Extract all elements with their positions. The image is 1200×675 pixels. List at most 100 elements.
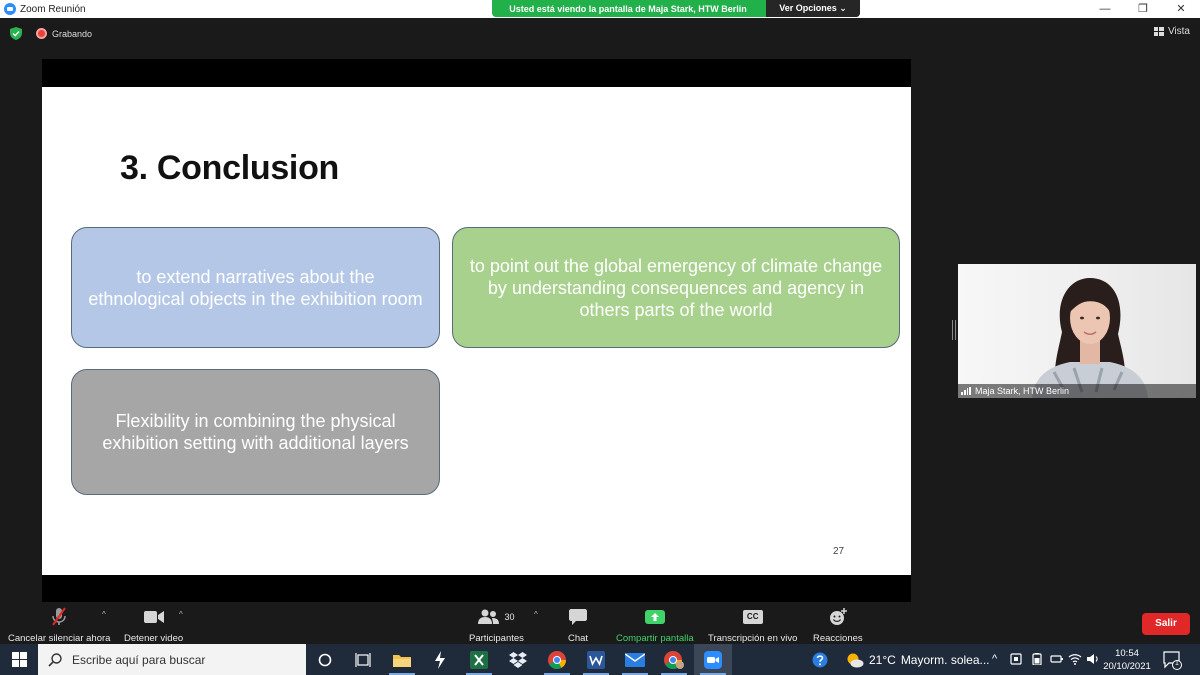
taskbar-search-box[interactable]: Escribe aquí para buscar [38, 644, 306, 675]
start-button[interactable] [0, 644, 38, 675]
slide-title: 3. Conclusion [120, 149, 340, 187]
clock-time: 10:54 [1115, 648, 1139, 659]
audio-options-caret[interactable]: ^ [102, 610, 106, 619]
notification-center-button[interactable]: 1 [1162, 650, 1182, 670]
taskbar-clock[interactable]: 10:54 20/10/2021 [1102, 647, 1152, 673]
slide-box-climate: to point out the global emergency of cli… [452, 227, 900, 348]
close-button[interactable]: ✕ [1162, 0, 1200, 18]
notification-count: 1 [1175, 660, 1179, 667]
view-options-button[interactable]: Ver Opciones ⌄ [766, 0, 860, 17]
show-hidden-icons-caret[interactable]: ^ [992, 653, 997, 665]
clock-date: 20/10/2021 [1103, 661, 1151, 672]
folder-icon [393, 654, 411, 667]
windows-taskbar: Escribe aquí para buscar 21°C Mayorm. so… [0, 644, 1200, 675]
task-view-icon [355, 652, 371, 667]
taskbar-chrome[interactable] [538, 644, 576, 675]
meeting-toolbar: Cancelar silenciar ahora ^ Detener video… [0, 603, 1200, 644]
participant-video [1032, 278, 1148, 398]
share-screen-label: Compartir pantalla [616, 633, 694, 644]
leave-meeting-button[interactable]: Salir [1142, 613, 1190, 635]
participant-name-bar: Maja Stark, HTW Berlin [958, 384, 1196, 398]
shield-icon[interactable] [10, 27, 22, 40]
dropbox-icon [509, 651, 527, 668]
battery-icon[interactable] [1030, 653, 1044, 665]
window-title: Zoom Reunión [20, 3, 86, 15]
cortana-icon [318, 653, 332, 666]
participant-name: Maja Stark, HTW Berlin [975, 386, 1070, 396]
reactions-emoji-icon [829, 608, 847, 625]
lightning-icon [435, 650, 445, 669]
usb-icon[interactable] [1050, 653, 1064, 665]
zoom-icon [704, 650, 722, 669]
partly-sunny-icon [847, 653, 864, 667]
task-view-button[interactable] [306, 644, 344, 675]
reactions-button[interactable]: Reacciones [813, 607, 863, 644]
taskbar-file-explorer[interactable] [383, 644, 421, 675]
stop-video-label: Detener video [124, 633, 184, 644]
chat-icon [569, 608, 588, 625]
chrome-icon [548, 650, 566, 669]
record-icon [36, 28, 47, 39]
recording-label: Grabando [52, 28, 93, 39]
participants-button[interactable]: 30 Participantes [469, 607, 524, 644]
taskbar-app-bolt[interactable] [421, 644, 459, 675]
participants-label: Participantes [469, 633, 524, 644]
share-screen-button[interactable]: Compartir pantalla [616, 607, 694, 644]
share-banner-text: Usted está viendo la pantalla de Maja St… [509, 3, 747, 14]
window-controls: — ❐ ✕ [1086, 0, 1200, 18]
shared-screen: 3. Conclusion to extend narratives about… [42, 59, 911, 602]
weather-description: Mayorm. solea... [900, 652, 990, 667]
taskbar-zoom[interactable] [694, 644, 732, 675]
wifi-icon[interactable] [1068, 653, 1082, 665]
taskbar-chrome-profile[interactable] [655, 644, 693, 675]
stop-video-button[interactable]: Detener video [124, 607, 183, 644]
muted-microphone-icon [52, 607, 67, 626]
participants-icon [478, 609, 500, 624]
panel-resize-handle[interactable] [952, 320, 956, 340]
live-transcript-button[interactable]: CC Transcripción en vivo [708, 607, 797, 644]
search-icon [48, 652, 62, 667]
participants-count: 30 [504, 612, 515, 622]
help-icon[interactable] [812, 652, 828, 668]
mail-icon [625, 652, 645, 667]
search-placeholder: Escribe aquí para buscar [72, 652, 206, 667]
volume-icon[interactable] [1086, 653, 1100, 665]
view-label: Vista [1167, 26, 1190, 37]
presentation-slide: 3. Conclusion to extend narratives about… [42, 87, 911, 575]
video-camera-icon [143, 611, 164, 623]
reactions-label: Reacciones [813, 633, 863, 644]
excel-icon [470, 650, 488, 669]
participants-options-caret[interactable]: ^ [534, 610, 538, 619]
word-icon [587, 650, 605, 669]
taskbar-word[interactable] [577, 644, 615, 675]
taskbar-dropbox[interactable] [499, 644, 537, 675]
task-view-timeline-button[interactable] [344, 644, 382, 675]
windows-logo-icon [11, 652, 27, 667]
unmute-button[interactable]: Cancelar silenciar ahora [8, 607, 110, 644]
live-transcript-label: Transcripción en vivo [708, 633, 798, 644]
grid-view-icon [1153, 27, 1164, 36]
share-screen-icon [644, 610, 665, 624]
taskbar-mail[interactable] [616, 644, 654, 675]
slide-box-narratives: to extend narratives about the ethnologi… [71, 227, 440, 348]
chat-button[interactable]: Chat [568, 607, 588, 644]
weather-widget[interactable]: 21°C Mayorm. solea... [846, 644, 990, 675]
chat-label: Chat [568, 633, 589, 644]
taskbar-excel[interactable] [460, 644, 498, 675]
maximize-button[interactable]: ❐ [1124, 0, 1162, 18]
chrome-profile-icon [664, 650, 684, 669]
unmute-label: Cancelar silenciar ahora [8, 633, 111, 644]
zoom-app-icon [4, 3, 16, 15]
video-options-caret[interactable]: ^ [179, 610, 183, 619]
weather-temperature: 21°C [869, 652, 896, 667]
closed-captions-icon: CC [742, 610, 763, 624]
participant-video-tile[interactable]: Maja Stark, HTW Berlin [958, 264, 1196, 398]
screen-share-banner: Usted está viendo la pantalla de Maja St… [492, 0, 860, 17]
device-icon[interactable] [1010, 653, 1022, 665]
signal-strength-icon [961, 387, 971, 395]
slide-box-flexibility: Flexibility in combining the physical ex… [71, 369, 440, 495]
recording-indicator[interactable]: Grabando [36, 27, 92, 40]
slide-page-number: 27 [833, 546, 845, 557]
minimize-button[interactable]: — [1086, 0, 1124, 18]
view-toggle-button[interactable]: Vista [1153, 26, 1190, 37]
